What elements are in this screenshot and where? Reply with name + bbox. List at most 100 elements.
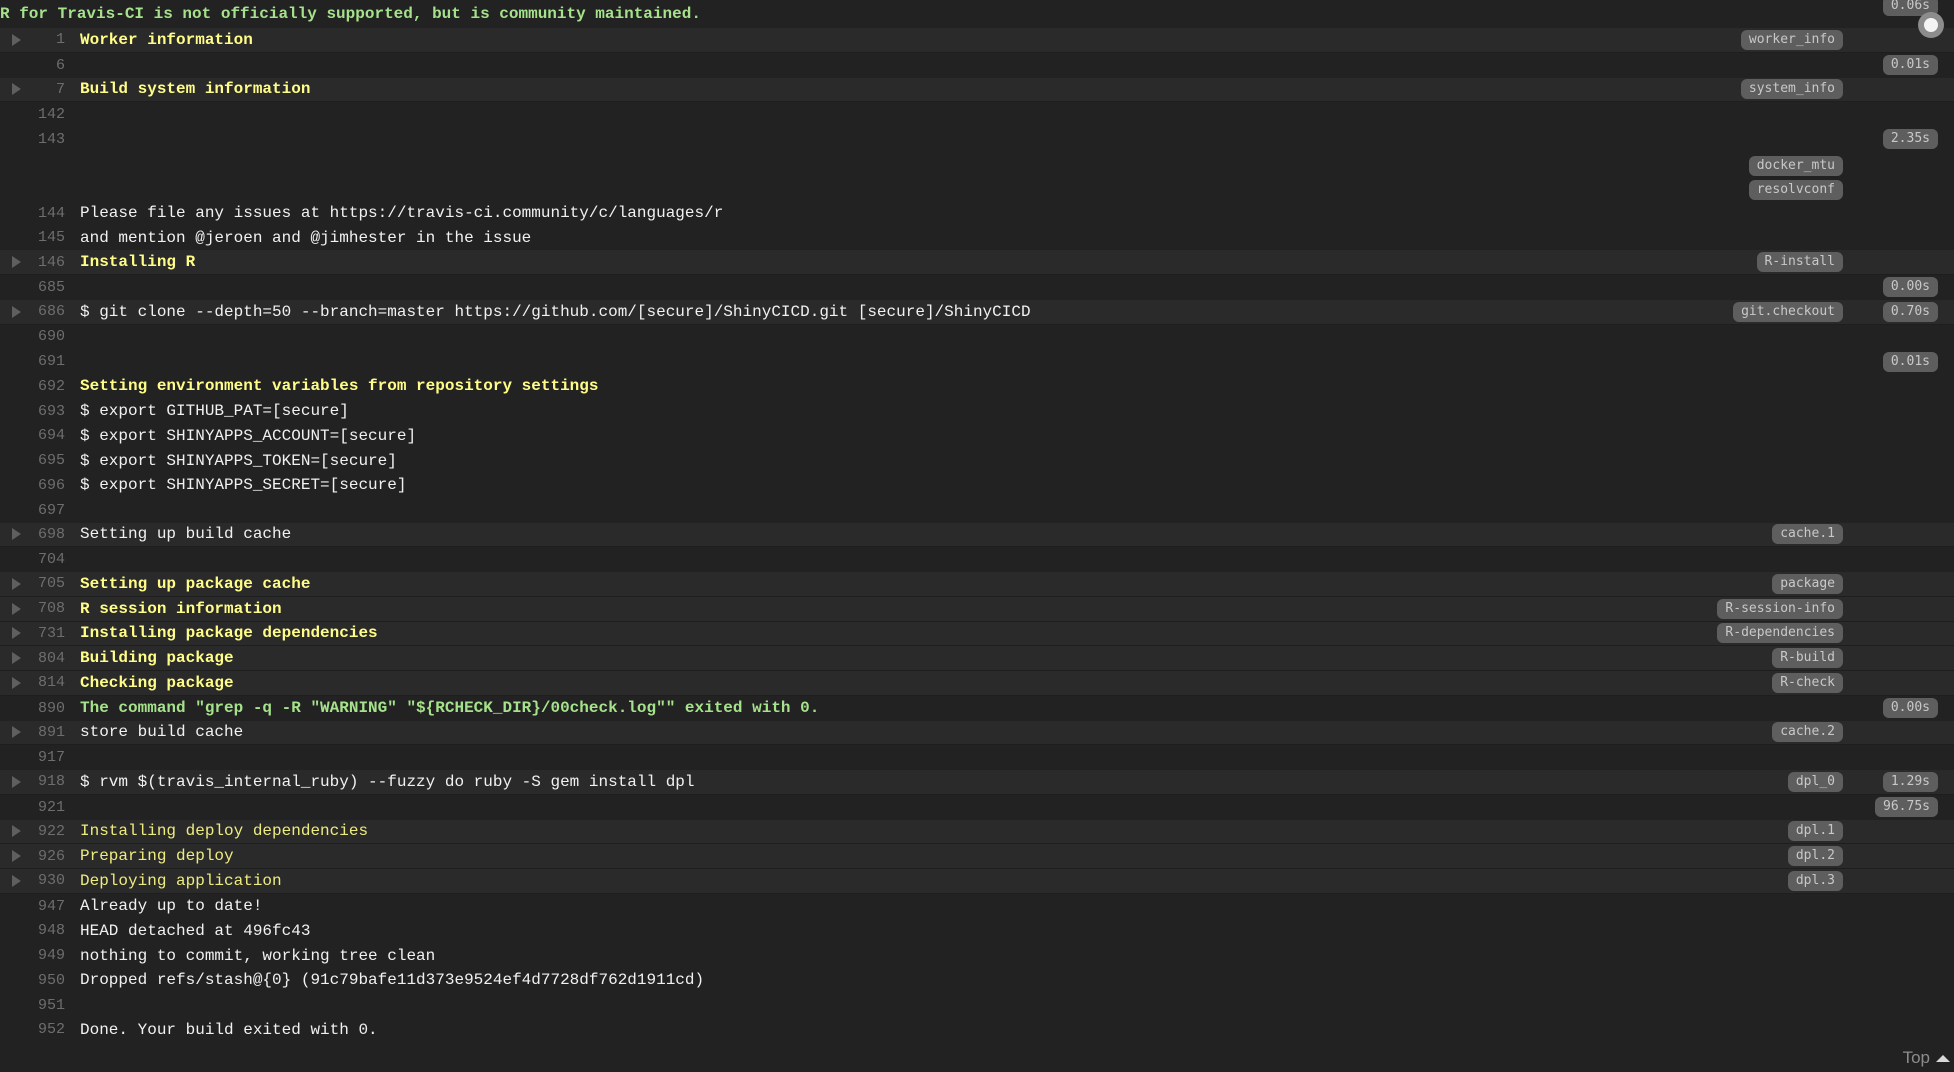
line-text: Checking package [80, 673, 234, 692]
line-text: Setting up package cache [80, 574, 311, 593]
line-number[interactable]: 930 [20, 872, 65, 889]
line-number[interactable]: 814 [20, 674, 65, 691]
log-fold-line[interactable]: 1 Worker information worker_info [0, 28, 1954, 53]
line-text: nothing to commit, working tree clean [80, 946, 436, 965]
log-line: 142 [0, 102, 1954, 127]
line-text: Dropped refs/stash@{0} (91c79bafe11d373e… [80, 971, 705, 990]
fold-name-badge: cache.1 [1772, 524, 1843, 545]
line-number[interactable]: 693 [20, 403, 65, 420]
fold-name-badge: R-install [1756, 252, 1843, 273]
fold-name-badge: R-check [1772, 672, 1843, 693]
line-number[interactable]: 694 [20, 427, 65, 444]
log-line: 144 Please file any issues at https://tra… [0, 201, 1954, 226]
follow-log-toggle[interactable] [1918, 12, 1944, 38]
log-line: 693 $ export GITHUB_PAT=[secure] [0, 399, 1954, 424]
log-fold-line[interactable]: 930 Deploying application dpl.3 [0, 869, 1954, 894]
line-number[interactable]: 142 [20, 106, 65, 123]
line-number[interactable]: 696 [20, 477, 65, 494]
log-fold-line[interactable]: 7 Build system information system_info [0, 77, 1954, 103]
line-text: $ export SHINYAPPS_ACCOUNT=[secure] [80, 426, 417, 445]
log-line: 692 Setting environment variables from re… [0, 374, 1954, 399]
log-line: 696 $ export SHINYAPPS_SECRET=[secure] [0, 473, 1954, 498]
log-line: 950 Dropped refs/stash@{0} (91c79bafe11d3… [0, 968, 1954, 993]
line-number[interactable]: 144 [20, 205, 65, 222]
fold-name-badge: dpl.2 [1787, 846, 1843, 867]
line-number[interactable]: 951 [20, 997, 65, 1014]
dot-icon [1924, 18, 1938, 32]
line-text: R session information [80, 599, 282, 618]
log-fold-line[interactable]: 708 R session information R-session-info [0, 596, 1954, 622]
scroll-to-top-button[interactable]: Top [1903, 1048, 1950, 1068]
line-number[interactable]: 698 [20, 526, 65, 543]
log-fold-line[interactable]: 814 Checking package R-check [0, 671, 1954, 696]
line-number[interactable]: 922 [20, 823, 65, 840]
log-fold-line[interactable]: 705 Setting up package cache package [0, 572, 1954, 597]
log-fold-line[interactable]: 926 Preparing deploy dpl.2 [0, 844, 1954, 869]
line-number[interactable]: 948 [20, 922, 65, 939]
line-number[interactable]: 686 [20, 303, 65, 320]
line-number[interactable]: 146 [20, 254, 65, 271]
line-number[interactable]: 918 [20, 773, 65, 790]
log-lines: 1 Worker information worker_info 6 0.01s 7 Bui… [0, 28, 1954, 1042]
line-number[interactable]: 695 [20, 452, 65, 469]
duration-badge: 96.75s [1875, 797, 1938, 818]
fold-name-badge: dpl.1 [1787, 821, 1843, 842]
line-number[interactable]: 692 [20, 378, 65, 395]
line-text: store build cache [80, 723, 244, 742]
log-fold-line[interactable]: 686 $ git clone --depth=50 --branch=maste… [0, 299, 1954, 325]
log-fold-line[interactable]: 922 Installing deploy dependencies dpl.1 [0, 819, 1954, 845]
line-text: Build system information [80, 80, 311, 99]
log-line: 921 96.75s [0, 795, 1954, 820]
line-text: Setting environment variables from repos… [80, 377, 599, 396]
log-header-line: R for Travis-CI is not officially suppor… [0, 0, 1954, 28]
line-number[interactable]: 705 [20, 575, 65, 592]
top-label: Top [1902, 1048, 1930, 1067]
line-number[interactable]: 921 [20, 799, 65, 816]
line-number[interactable]: 731 [20, 625, 65, 642]
line-number[interactable]: 708 [20, 600, 65, 617]
line-text: The command "grep -q -R "WARNING" "${RCH… [80, 699, 820, 718]
line-text: Installing package dependencies [80, 624, 378, 643]
log-fold-line[interactable]: 918 $ rvm $(travis_internal_ruby) --fuzzy… [0, 770, 1954, 795]
fold-name-badge: resolvconf [1748, 179, 1843, 200]
log-fold-line[interactable]: 698 Setting up build cache cache.1 [0, 522, 1954, 548]
line-number[interactable]: 7 [20, 81, 65, 98]
fold-name-badge: R-session-info [1717, 598, 1843, 619]
line-number[interactable]: 952 [20, 1021, 65, 1038]
line-text: Installing R [80, 253, 196, 272]
log-fold-line[interactable]: 146 Installing R R-install [0, 250, 1954, 275]
line-number[interactable]: 697 [20, 502, 65, 519]
log-fold-line[interactable]: 731 Installing package dependencies R-depe… [0, 621, 1954, 647]
line-text: Please file any issues at https://travis… [80, 204, 724, 223]
line-number[interactable]: 704 [20, 551, 65, 568]
line-number[interactable]: 949 [20, 947, 65, 964]
fold-name-badge: R-build [1772, 648, 1843, 669]
line-number[interactable]: 143 [20, 131, 65, 148]
line-text: $ rvm $(travis_internal_ruby) --fuzzy do… [80, 772, 695, 791]
line-number[interactable]: 6 [20, 57, 65, 74]
line-text: $ export SHINYAPPS_SECRET=[secure] [80, 476, 407, 495]
line-number[interactable]: 917 [20, 749, 65, 766]
line-text: $ git clone --depth=50 --branch=master h… [80, 302, 1031, 321]
log-line: 690 [0, 325, 1954, 350]
log-fold-line[interactable]: 891 store build cache cache.2 [0, 720, 1954, 746]
duration-badge: 2.35s [1882, 129, 1938, 150]
line-number[interactable]: 1 [20, 31, 65, 48]
line-number[interactable]: 950 [20, 972, 65, 989]
line-number[interactable]: 690 [20, 328, 65, 345]
line-number[interactable]: 685 [20, 279, 65, 296]
line-number[interactable]: 804 [20, 650, 65, 667]
log-line: 694 $ export SHINYAPPS_ACCOUNT=[secure] [0, 424, 1954, 449]
line-number[interactable]: 890 [20, 700, 65, 717]
fold-name-badge: system_info [1740, 79, 1843, 100]
log-line: 143 2.35s [0, 127, 1954, 152]
line-number[interactable]: 947 [20, 898, 65, 915]
line-number[interactable]: 891 [20, 724, 65, 741]
line-number[interactable]: 145 [20, 229, 65, 246]
log-fold-line[interactable]: 804 Building package R-build [0, 646, 1954, 671]
log-line: 704 [0, 547, 1954, 572]
line-number[interactable]: 691 [20, 353, 65, 370]
fold-name-badge: package [1772, 573, 1843, 594]
line-number[interactable]: 926 [20, 848, 65, 865]
fold-name-badge: dpl_0 [1787, 771, 1843, 792]
